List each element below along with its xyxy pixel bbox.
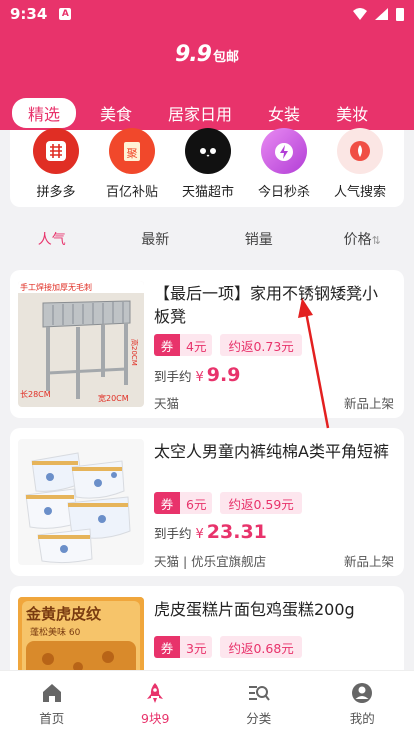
shortcut-label: 百亿补贴	[105, 185, 158, 200]
new-arrival-tag: 新品上架	[343, 396, 394, 411]
sort-price[interactable]: 价格⇅	[311, 229, 414, 249]
battery-icon	[396, 7, 404, 21]
rebate-badge: 约返0.73元	[220, 334, 302, 356]
rebate-badge: 约返0.68元	[220, 636, 302, 658]
pinduoduo-icon	[33, 128, 79, 174]
product-title: 虎皮蛋糕片面包鸡蛋糕200g	[154, 600, 355, 619]
currency-symbol: ¥	[195, 370, 204, 385]
price-value: 23.31	[206, 521, 267, 543]
shop-name: 天猫	[154, 396, 180, 411]
shortcut-pinduoduo[interactable]: 拼多多	[16, 128, 96, 200]
shortcut-tmall[interactable]: 天猫超市	[168, 128, 248, 200]
product-price: 到手约 ¥ 9.9	[154, 364, 240, 386]
nav-category[interactable]: 分类	[207, 671, 311, 736]
shortcut-panel: 拼多多 聚 百亿补贴 天猫超市 今日秒杀 人气搜索	[10, 128, 404, 207]
product-image	[18, 439, 144, 565]
currency-symbol: ¥	[195, 527, 204, 542]
tmall-icon	[185, 128, 231, 174]
tab-food[interactable]: 美食	[100, 101, 132, 125]
tab-featured[interactable]: 精选	[12, 98, 77, 128]
product-image: 手工焊接加厚无毛刺 长28CM 宽20CM 高20CM	[18, 281, 144, 407]
product-card[interactable]: 太空人男童内裤纯棉A类平角短裤 券 6元 约返0.59元 到手约 ¥ 23.31 …	[10, 428, 404, 576]
app-header: 9.9 包邮 精选 美食 居家日用 女装 美妆	[0, 28, 414, 130]
sort-popular[interactable]: 人气	[0, 229, 104, 249]
price-label: 到手约	[154, 526, 192, 541]
signal-icon	[375, 8, 388, 20]
svg-text:聚: 聚	[127, 147, 138, 160]
new-arrival-tag: 新品上架	[343, 554, 394, 569]
rocket-icon	[147, 682, 164, 703]
product-tags: 券 3元 约返0.68元	[154, 636, 302, 658]
nav-label: 我的	[349, 710, 375, 726]
shortcut-subsidy[interactable]: 聚 百亿补贴	[92, 128, 172, 200]
bottom-nav: 首页 9块9 分类 我的	[0, 670, 414, 736]
sort-arrows-icon: ⇅	[371, 234, 381, 247]
coupon-label: 券	[154, 334, 180, 356]
coupon-badge: 券 3元	[154, 636, 213, 658]
sort-latest[interactable]: 最新	[104, 229, 208, 249]
coupon-badge: 券 6元	[154, 492, 213, 514]
flash-sale-icon	[261, 128, 307, 174]
app-logo: 9.9 包邮	[0, 42, 414, 67]
shortcut-label: 今日秒杀	[257, 185, 310, 200]
logo-text: 9.9	[175, 42, 212, 67]
product-tags: 券 6元 约返0.59元	[154, 492, 302, 514]
logo-subtext: 包邮	[212, 50, 239, 65]
tab-women[interactable]: 女装	[268, 101, 300, 125]
product-price: 到手约 ¥ 23.31	[154, 521, 267, 543]
price-label: 到手约	[154, 369, 192, 384]
coupon-value: 6元	[180, 492, 213, 514]
nav-profile[interactable]: 我的	[311, 671, 414, 736]
image-subtext: 蓬松美味 60	[30, 626, 81, 638]
price-value: 9.9	[206, 364, 241, 386]
coupon-label: 券	[154, 636, 180, 658]
sort-bar: 人气 最新 销量 价格⇅	[0, 216, 414, 262]
nav-label: 首页	[39, 710, 65, 726]
sort-sales[interactable]: 销量	[207, 229, 311, 249]
rebate-badge: 约返0.59元	[220, 492, 302, 514]
image-length-text: 长28CM	[20, 389, 51, 399]
image-headline-text: 金黄虎皮纹	[25, 605, 102, 623]
nav-home[interactable]: 首页	[0, 671, 104, 736]
coupon-label: 券	[154, 492, 180, 514]
status-time: 9:34	[10, 5, 48, 23]
home-icon	[42, 683, 61, 702]
category-search-icon	[248, 685, 270, 701]
coupon-badge: 券 4元	[154, 334, 213, 356]
product-card[interactable]: 手工焊接加厚无毛刺 长28CM 宽20CM 高20CM 【最后一项】家用不锈钢矮…	[10, 270, 404, 418]
coupon-value: 3元	[180, 636, 213, 658]
shortcut-label: 人气搜索	[333, 185, 386, 200]
hot-search-icon	[337, 128, 383, 174]
shortcut-label: 天猫超市	[181, 185, 234, 200]
product-tags: 券 4元 约返0.73元	[154, 334, 302, 356]
product-title: 太空人男童内裤纯棉A类平角短裤	[154, 442, 389, 461]
shortcut-label: 拼多多	[36, 185, 76, 200]
shortcut-hot-search[interactable]: 人气搜索	[320, 128, 400, 200]
notification-a-icon: A	[59, 8, 72, 20]
nav-label: 9块9	[141, 710, 170, 726]
wifi-icon	[353, 8, 367, 20]
category-tabs: 精选 美食 居家日用 女装 美妆	[0, 98, 414, 128]
image-width-text: 宽20CM	[98, 393, 129, 403]
status-bar: 9:34 A	[0, 0, 414, 28]
nav-label: 分类	[246, 710, 272, 726]
nav-9-9[interactable]: 9块9	[104, 671, 208, 736]
tab-home[interactable]: 居家日用	[168, 101, 232, 125]
coupon-value: 4元	[180, 334, 213, 356]
product-title: 【最后一项】家用不锈钢矮凳小板凳	[154, 284, 379, 326]
subsidy-icon: 聚	[109, 128, 155, 174]
image-height-text: 高20CM	[130, 339, 139, 366]
shop-name: 天猫 | 优乐宜旗舰店	[154, 554, 267, 569]
sort-price-label: 价格	[343, 232, 372, 248]
user-icon	[352, 682, 373, 703]
image-banner-text: 手工焊接加厚无毛刺	[20, 282, 92, 292]
shortcut-flash-sale[interactable]: 今日秒杀	[244, 128, 324, 200]
tab-beauty[interactable]: 美妆	[336, 101, 368, 125]
